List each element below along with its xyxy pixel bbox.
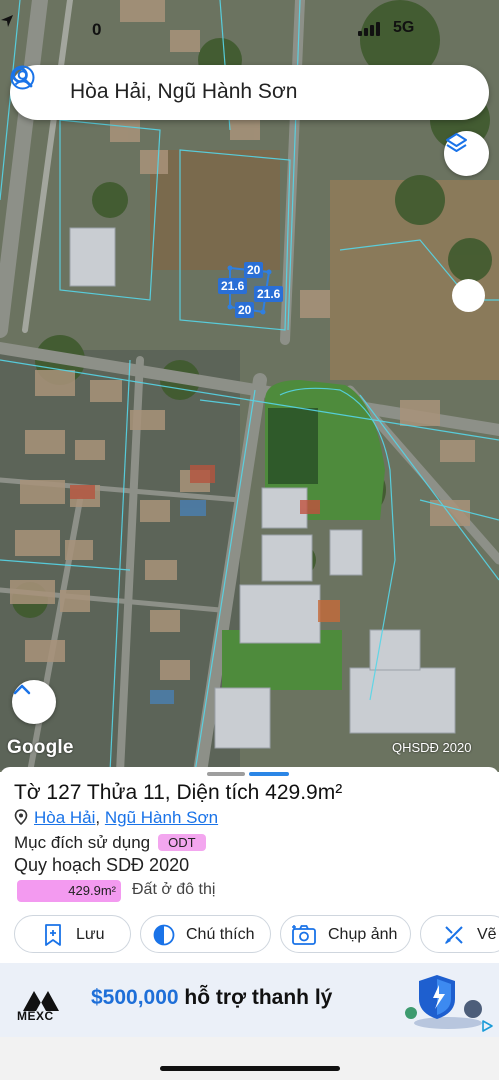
sheet-handle[interactable]: [207, 772, 245, 776]
network-indicator: 5G: [393, 19, 415, 36]
land-use-label: Mục đích sử dụng: [14, 833, 151, 852]
status-time: 0: [92, 20, 102, 39]
expand-sheet-button[interactable]: [12, 680, 56, 724]
location-separator: ,: [95, 808, 105, 827]
area-bar: 429.9m²: [17, 880, 121, 902]
draw-label: Vẽ: [477, 926, 497, 943]
ward-link[interactable]: Hòa Hải: [34, 808, 95, 827]
chevron-up-icon: [13, 684, 31, 695]
take-photo-button[interactable]: Chụp ảnh: [280, 915, 411, 953]
district-link[interactable]: Ngũ Hành Sơn: [105, 808, 218, 827]
location-arrow-icon: [1, 15, 13, 27]
legend-button[interactable]: Chú thích: [140, 915, 271, 953]
system-nav-bar: [0, 1037, 499, 1080]
land-use-row: Mục đích sử dụng ODT: [14, 833, 206, 853]
parcel-title: Tờ 127 Thửa 11, Diện tích 429.9m²: [14, 781, 343, 804]
search-bar[interactable]: Hòa Hải, Ngũ Hành Sơn: [10, 65, 489, 120]
area-description: Đất ở đô thị: [132, 881, 216, 898]
shield-icon: [405, 975, 482, 1029]
ad-message: hỗ trợ thanh lý: [178, 986, 333, 1009]
legend-label: Chú thích: [186, 926, 255, 943]
camera-icon: [292, 925, 316, 945]
home-indicator[interactable]: [160, 1066, 340, 1071]
ad-brand: MEXC: [17, 1009, 54, 1023]
sheet-handle-active[interactable]: [249, 772, 289, 776]
land-use-badge: ODT: [158, 834, 206, 851]
ad-headline: $500,000 hỗ trợ thanh lý: [91, 986, 332, 1010]
plan-label: Quy hoạch SDĐ 2020: [14, 855, 190, 875]
map-attribution: Google: [7, 737, 74, 758]
floating-assist-button[interactable]: [452, 279, 485, 312]
dimension-label: 21.6: [218, 278, 248, 294]
save-label: Lưu: [76, 926, 105, 943]
layers-button[interactable]: [444, 131, 489, 176]
dimension-label: 20: [244, 262, 264, 278]
signal-icon: [358, 20, 386, 36]
half-circle-icon: [153, 924, 175, 946]
take-photo-label: Chụp ảnh: [328, 926, 398, 943]
location-row: Hòa Hải, Ngũ Hành Sơn: [14, 808, 218, 828]
ad-banner[interactable]: MEXC $500,000 hỗ trợ thanh lý: [0, 963, 499, 1037]
search-icon[interactable]: [10, 65, 34, 89]
draw-icon: [445, 926, 463, 944]
parcel-info-sheet: Tờ 127 Thửa 11, Diện tích 429.9m² Hòa Hả…: [0, 767, 499, 1080]
bookmark-add-icon: [45, 924, 61, 946]
map-layer-label: QHSDĐ 2020: [392, 740, 472, 755]
map-view[interactable]: 20 21.6 21.6 20 0 5G Hòa Hải, Ngũ Hành S…: [0, 0, 499, 772]
ad-amount: $500,000: [91, 986, 179, 1009]
location-pin-icon: [14, 809, 28, 825]
search-input[interactable]: Hòa Hải, Ngũ Hành Sơn: [70, 80, 297, 104]
draw-button[interactable]: Vẽ: [420, 915, 499, 953]
save-button[interactable]: Lưu: [14, 915, 131, 953]
status-bar: 0 5G: [0, 14, 499, 44]
layers-icon: [446, 133, 467, 152]
dimension-label: 21.6: [254, 286, 284, 302]
ad-choices-icon[interactable]: [480, 1019, 494, 1033]
dimension-label: 20: [235, 302, 255, 318]
